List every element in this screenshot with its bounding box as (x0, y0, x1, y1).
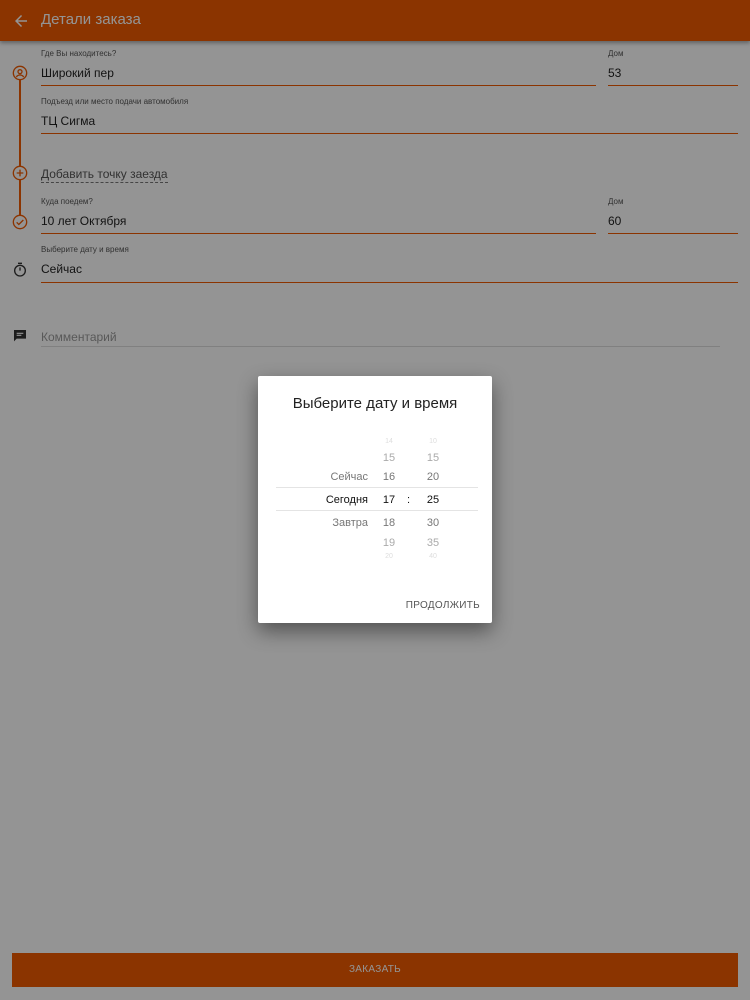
minute-option[interactable]: 20 (420, 471, 446, 483)
day-option[interactable]: Завтра (298, 517, 368, 529)
minute-option[interactable]: 35 (420, 537, 446, 549)
hour-option[interactable]: 20 (376, 553, 402, 560)
day-selected[interactable]: Сегодня (298, 494, 368, 506)
minute-option[interactable]: 30 (420, 517, 446, 529)
hour-option[interactable]: 16 (376, 471, 402, 483)
picker-selection-bottom (276, 510, 478, 511)
hour-option[interactable]: 15 (376, 452, 402, 464)
hour-option[interactable]: 14 (376, 438, 402, 445)
minute-option[interactable]: 10 (420, 438, 446, 445)
dialog-title: Выберите дату и время (292, 395, 458, 412)
hour-option[interactable]: 18 (376, 517, 402, 529)
hour-selected[interactable]: 17 (376, 494, 402, 506)
continue-button[interactable]: ПРОДОЛЖИТЬ (406, 600, 480, 611)
minute-option[interactable]: 15 (420, 452, 446, 464)
minute-selected[interactable]: 25 (420, 494, 446, 506)
datetime-dialog: Выберите дату и время 14 10 15 15 Сейчас… (258, 376, 492, 623)
time-separator: : (407, 494, 411, 506)
picker-selection-top (276, 487, 478, 488)
hour-option[interactable]: 19 (376, 537, 402, 549)
minute-option[interactable]: 40 (420, 553, 446, 560)
day-option[interactable]: Сейчас (298, 471, 368, 483)
